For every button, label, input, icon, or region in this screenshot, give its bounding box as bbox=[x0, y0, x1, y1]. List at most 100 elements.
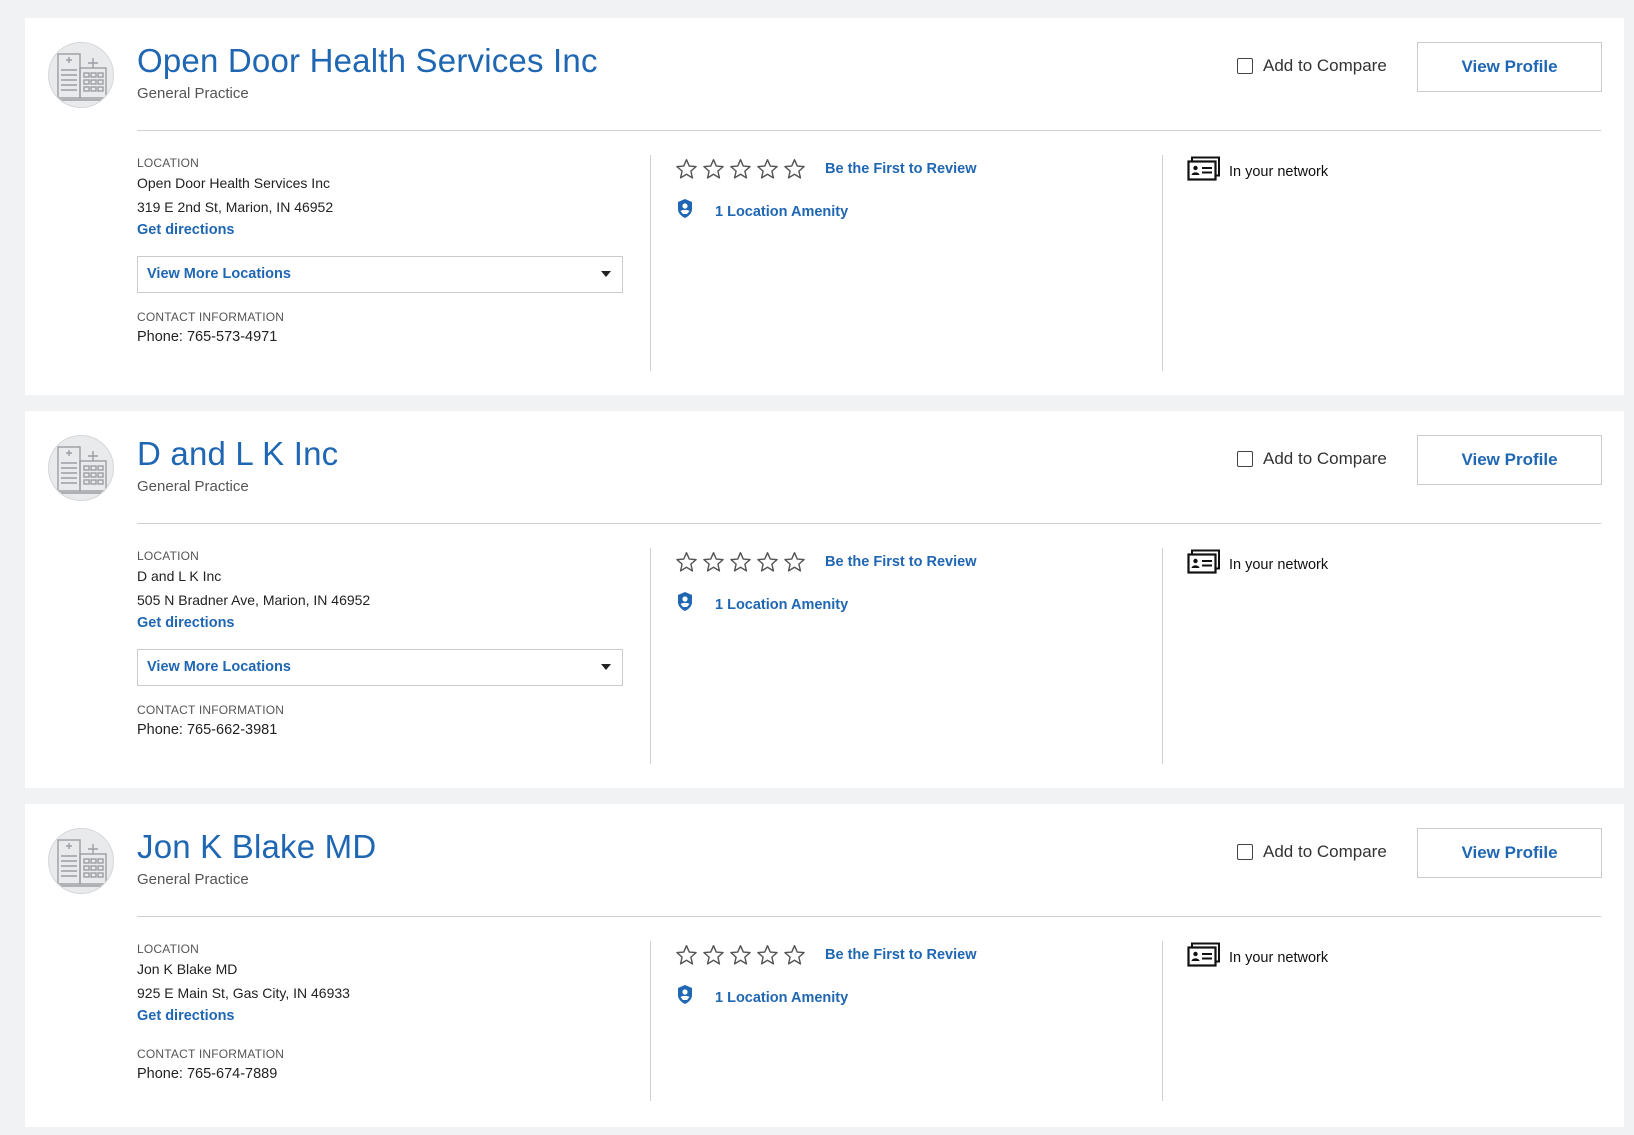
provider-specialty: General Practice bbox=[137, 85, 249, 102]
card-divider bbox=[137, 523, 1601, 524]
add-to-compare-checkbox[interactable]: Add to Compare bbox=[1237, 842, 1387, 862]
provider-specialty: General Practice bbox=[137, 478, 249, 495]
location-column: LOCATION Jon K Blake MD 925 E Main St, G… bbox=[137, 942, 627, 1082]
add-to-compare-label: Add to Compare bbox=[1263, 842, 1387, 861]
column-divider bbox=[1162, 548, 1163, 764]
view-profile-button[interactable]: View Profile bbox=[1417, 828, 1602, 878]
provider-results-list: Open Door Health Services Inc General Pr… bbox=[0, 0, 1634, 1135]
reviews-column: Be the First to Review 1 Location Amenit… bbox=[675, 156, 1155, 225]
caret-down-icon bbox=[601, 664, 611, 670]
star-outline-icon[interactable] bbox=[702, 158, 725, 180]
star-outline-icon[interactable] bbox=[702, 944, 725, 966]
network-card-icon bbox=[1187, 156, 1221, 187]
view-profile-button[interactable]: View Profile bbox=[1417, 435, 1602, 485]
be-first-to-review-link[interactable]: Be the First to Review bbox=[825, 161, 976, 177]
in-network-label: In your network bbox=[1229, 949, 1329, 966]
amenity-badge-icon bbox=[675, 591, 695, 618]
reviews-column: Be the First to Review 1 Location Amenit… bbox=[675, 942, 1155, 1011]
add-to-compare-checkbox[interactable]: Add to Compare bbox=[1237, 449, 1387, 469]
location-column: LOCATION Open Door Health Services Inc 3… bbox=[137, 156, 627, 345]
network-card-icon bbox=[1187, 942, 1221, 973]
amenity-row: 1 Location Amenity bbox=[675, 591, 1155, 618]
hospital-building-icon bbox=[48, 42, 114, 108]
column-divider bbox=[650, 548, 651, 764]
network-status: In your network bbox=[1187, 156, 1587, 187]
hospital-building-icon bbox=[48, 435, 114, 501]
location-amenity-link[interactable]: 1 Location Amenity bbox=[715, 597, 848, 613]
star-rating[interactable] bbox=[675, 551, 806, 573]
star-outline-icon[interactable] bbox=[756, 944, 779, 966]
hospital-building-icon bbox=[48, 828, 114, 894]
add-to-compare-label: Add to Compare bbox=[1263, 56, 1387, 75]
star-outline-icon[interactable] bbox=[675, 551, 698, 573]
location-address: 319 E 2nd St, Marion, IN 46952 bbox=[137, 199, 334, 215]
amenity-row: 1 Location Amenity bbox=[675, 198, 1155, 225]
star-outline-icon[interactable] bbox=[729, 158, 752, 180]
location-heading: LOCATION bbox=[137, 942, 200, 956]
location-address: 505 N Bradner Ave, Marion, IN 46952 bbox=[137, 592, 371, 608]
get-directions-link[interactable]: Get directions bbox=[137, 1008, 235, 1024]
location-heading: LOCATION bbox=[137, 156, 200, 170]
location-amenity-link[interactable]: 1 Location Amenity bbox=[715, 990, 848, 1006]
reviews-column: Be the First to Review 1 Location Amenit… bbox=[675, 549, 1155, 618]
provider-name-link[interactable]: Open Door Health Services Inc bbox=[137, 42, 598, 80]
card-divider bbox=[137, 130, 1601, 131]
checkbox-box[interactable] bbox=[1237, 58, 1253, 74]
card-divider bbox=[137, 916, 1601, 917]
location-name: Open Door Health Services Inc bbox=[137, 175, 330, 191]
star-outline-icon[interactable] bbox=[756, 551, 779, 573]
column-divider bbox=[1162, 941, 1163, 1101]
star-outline-icon[interactable] bbox=[675, 158, 698, 180]
provider-card: D and L K Inc General Practice Add to Co… bbox=[25, 411, 1624, 788]
network-card-icon bbox=[1187, 549, 1221, 580]
star-outline-icon[interactable] bbox=[729, 551, 752, 573]
view-more-locations-label: View More Locations bbox=[147, 266, 291, 282]
provider-name-link[interactable]: Jon K Blake MD bbox=[137, 828, 376, 866]
star-outline-icon[interactable] bbox=[702, 551, 725, 573]
network-column: In your network bbox=[1187, 549, 1587, 580]
network-column: In your network bbox=[1187, 942, 1587, 973]
provider-card: Jon K Blake MD General Practice Add to C… bbox=[25, 804, 1624, 1127]
amenity-row: 1 Location Amenity bbox=[675, 984, 1155, 1011]
star-outline-icon[interactable] bbox=[783, 944, 806, 966]
checkbox-box[interactable] bbox=[1237, 451, 1253, 467]
location-name: Jon K Blake MD bbox=[137, 961, 238, 977]
column-divider bbox=[650, 941, 651, 1101]
star-rating[interactable] bbox=[675, 944, 806, 966]
get-directions-link[interactable]: Get directions bbox=[137, 222, 235, 238]
checkbox-box[interactable] bbox=[1237, 844, 1253, 860]
phone-number: Phone: 765-573-4971 bbox=[137, 329, 278, 345]
star-outline-icon[interactable] bbox=[783, 551, 806, 573]
view-profile-button[interactable]: View Profile bbox=[1417, 42, 1602, 92]
in-network-label: In your network bbox=[1229, 163, 1329, 180]
phone-number: Phone: 765-662-3981 bbox=[137, 722, 278, 738]
location-column: LOCATION D and L K Inc 505 N Bradner Ave… bbox=[137, 549, 627, 738]
view-more-locations-dropdown[interactable]: View More Locations bbox=[137, 256, 623, 293]
location-address: 925 E Main St, Gas City, IN 46933 bbox=[137, 985, 350, 1001]
network-status: In your network bbox=[1187, 549, 1587, 580]
contact-heading: CONTACT INFORMATION bbox=[137, 310, 285, 324]
provider-specialty: General Practice bbox=[137, 871, 249, 888]
phone-number: Phone: 765-674-7889 bbox=[137, 1066, 278, 1082]
provider-name-link[interactable]: D and L K Inc bbox=[137, 435, 338, 473]
star-outline-icon[interactable] bbox=[756, 158, 779, 180]
network-status: In your network bbox=[1187, 942, 1587, 973]
be-first-to-review-link[interactable]: Be the First to Review bbox=[825, 554, 976, 570]
amenity-badge-icon bbox=[675, 198, 695, 225]
star-outline-icon[interactable] bbox=[675, 944, 698, 966]
location-amenity-link[interactable]: 1 Location Amenity bbox=[715, 204, 848, 220]
caret-down-icon bbox=[601, 271, 611, 277]
star-outline-icon[interactable] bbox=[783, 158, 806, 180]
be-first-to-review-link[interactable]: Be the First to Review bbox=[825, 947, 976, 963]
view-more-locations-label: View More Locations bbox=[147, 659, 291, 675]
contact-heading: CONTACT INFORMATION bbox=[137, 703, 285, 717]
get-directions-link[interactable]: Get directions bbox=[137, 615, 235, 631]
view-more-locations-dropdown[interactable]: View More Locations bbox=[137, 649, 623, 686]
network-column: In your network bbox=[1187, 156, 1587, 187]
star-rating[interactable] bbox=[675, 158, 806, 180]
rating-row: Be the First to Review bbox=[675, 549, 1155, 575]
amenity-badge-icon bbox=[675, 984, 695, 1011]
contact-heading: CONTACT INFORMATION bbox=[137, 1047, 285, 1061]
add-to-compare-checkbox[interactable]: Add to Compare bbox=[1237, 56, 1387, 76]
star-outline-icon[interactable] bbox=[729, 944, 752, 966]
